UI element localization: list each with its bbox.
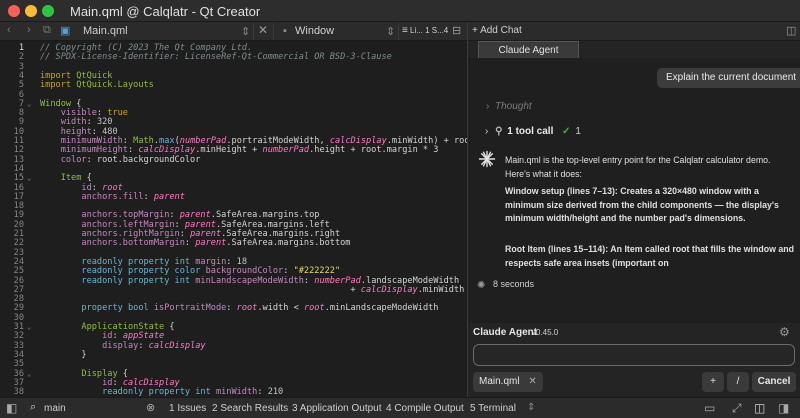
- code-line: }: [40, 349, 87, 360]
- minimize-window-button[interactable]: [25, 5, 37, 17]
- symbol-selector[interactable]: ▪ Window ⇕: [273, 23, 399, 40]
- cancel-button[interactable]: Cancel: [752, 372, 796, 392]
- close-window-button[interactable]: [8, 5, 20, 17]
- gear-icon[interactable]: ⚙: [779, 325, 790, 339]
- user-message: Explain the current document: [657, 68, 800, 88]
- chat-panel-toolbar: + Add Chat ◫: [468, 22, 800, 41]
- sidebar-toggle-icon[interactable]: ◫: [786, 24, 796, 37]
- tool-call-label: 1 tool call: [507, 126, 554, 137]
- code-line: anchors.bottomMargin: parent.SafeArea.ma…: [81, 238, 351, 249]
- right-sidebar-icon[interactable]: ◨: [778, 401, 789, 415]
- maximize-window-button[interactable]: [42, 5, 54, 17]
- chat-input[interactable]: [473, 344, 795, 366]
- fullscreen-icon[interactable]: ⤢: [732, 401, 742, 416]
- forward-arrow-icon[interactable]: ›: [27, 24, 31, 36]
- clear-locator-icon[interactable]: ⊗: [146, 401, 155, 414]
- fold-chevron-icon[interactable]: ⌄: [27, 174, 31, 183]
- agent-version: v0.45.0: [532, 328, 559, 337]
- pane-issues[interactable]: 1 Issues: [169, 403, 206, 414]
- slash-command-button[interactable]: /: [727, 372, 749, 392]
- claude-spark-icon: [478, 150, 496, 168]
- agent-header: Claude Agent v0.45.0 ⚙: [468, 323, 800, 342]
- code-line: color: root.backgroundColor: [60, 154, 201, 165]
- code-line: property bool isPortraitMode: root.width…: [81, 303, 439, 314]
- thought-toggle[interactable]: Thought: [488, 101, 532, 112]
- pane-search-results[interactable]: 2 Search Results: [212, 403, 288, 414]
- progress-icon[interactable]: ▭: [704, 401, 715, 415]
- symbol-square-icon: ▪: [283, 25, 287, 37]
- editor-toolbar: ‹ › ⧉ ▣ Main.qml ⇕ ✕ ▪ Window ⇕ ≡ Li... …: [0, 22, 467, 41]
- agent-name: Claude Agent: [473, 327, 538, 338]
- add-chat-button[interactable]: + Add Chat: [472, 25, 522, 36]
- chevron-updown-icon: ⇕: [386, 26, 396, 38]
- code-area[interactable]: // Copyright (C) 2023 The Qt Company Ltd…: [40, 41, 467, 397]
- search-icon: ⌕: [30, 401, 37, 413]
- code-line: readonly property int minWidth: 210: [102, 387, 284, 397]
- tab-claude-agent[interactable]: Claude Agent: [478, 41, 579, 58]
- attached-file-chip[interactable]: Main.qml ✕: [473, 372, 543, 392]
- code-line: + calcDisplay.minWidth + margin * 3: [40, 284, 465, 295]
- lines-icon: ≡: [402, 25, 408, 36]
- response-intro: Main.qml is the top-level entry point fo…: [505, 155, 771, 179]
- remove-attachment-icon[interactable]: ✕: [528, 376, 536, 387]
- locator-input[interactable]: main: [44, 403, 66, 414]
- tool-call-toggle[interactable]: › ⚲ 1 tool call ✓ 1: [485, 126, 581, 137]
- spinner-icon: ✺: [477, 280, 486, 291]
- chat-actions: Main.qml ✕ + / Cancel: [468, 370, 800, 396]
- elapsed-time: 8 seconds: [493, 279, 535, 289]
- wrench-icon: ⚲: [495, 126, 503, 137]
- chevron-right-icon: ›: [485, 126, 489, 137]
- output-pane-bar: ◧ ⌕ main ⊗ 1 Issues 2 Search Results 3 A…: [0, 397, 800, 418]
- chat-panel: + Add Chat ◫ Claude Agent Explain the cu…: [467, 22, 800, 397]
- title-bar: Main.qml @ Calqlatr - Qt Creator: [0, 0, 800, 22]
- response-point-1: Window setup (lines 7–13): Creates a 320…: [505, 186, 779, 223]
- fold-chevron-icon[interactable]: ⌄: [27, 370, 31, 379]
- chevron-updown-icon: ⇕: [241, 26, 251, 38]
- qml-file-icon: ▣: [60, 25, 71, 37]
- split-view-icon[interactable]: ◫: [754, 401, 765, 415]
- chevron-updown-icon[interactable]: ⇕: [527, 402, 535, 413]
- check-icon: ✓: [562, 126, 571, 137]
- line-number-gutter: 1 2 3 4 5 6 7 ⌄ 8 9 10 11 12 13 14 15 ⌄ 16 17 18 19 20 21 22 23 2…: [0, 41, 36, 397]
- tool-call-count: 1: [575, 126, 581, 137]
- symbol-selector-label: Window: [295, 25, 335, 37]
- pane-terminal[interactable]: 5 Terminal: [470, 403, 516, 414]
- back-arrow-icon[interactable]: ‹: [7, 24, 11, 36]
- code-editor[interactable]: 1 2 3 4 5 6 7 ⌄ 8 9 10 11 12 13 14 15 ⌄ 16 17 18 19 20 21 22 23 2…: [0, 41, 467, 397]
- plus-button[interactable]: +: [702, 372, 724, 392]
- split-editor-icon[interactable]: ⊟: [452, 24, 461, 37]
- line-number: 38: [13, 387, 24, 397]
- cursor-position[interactable]: Li... 1 S...4: [410, 26, 448, 35]
- fold-chevron-icon[interactable]: ⌄: [27, 323, 31, 332]
- split-icon[interactable]: ⧉: [43, 24, 51, 37]
- thought-label: Thought: [495, 101, 532, 112]
- code-line: // SPDX-License-Identifier: LicenseRef-Q…: [40, 52, 392, 63]
- close-icon[interactable]: ✕: [258, 23, 268, 37]
- window-title: Main.qml @ Calqlatr - Qt Creator: [70, 4, 261, 19]
- toggle-sidebar-icon[interactable]: ◧: [6, 401, 17, 415]
- attached-file-name: Main.qml: [479, 376, 520, 387]
- response-point-2: Root Item (lines 15–114): An Item called…: [505, 244, 795, 268]
- file-selector-label: Main.qml: [83, 25, 128, 37]
- chat-transcript: Explain the current document › Thought ›…: [468, 58, 800, 323]
- fold-chevron-icon[interactable]: ⌄: [27, 100, 31, 109]
- pane-application-output[interactable]: 3 Application Output: [292, 403, 382, 414]
- pane-compile-output[interactable]: 4 Compile Output: [386, 403, 464, 414]
- code-line: anchors.fill: parent: [81, 191, 185, 202]
- code-line: import QtQuick.Layouts: [40, 80, 154, 91]
- file-selector[interactable]: Main.qml ⇕: [78, 23, 254, 40]
